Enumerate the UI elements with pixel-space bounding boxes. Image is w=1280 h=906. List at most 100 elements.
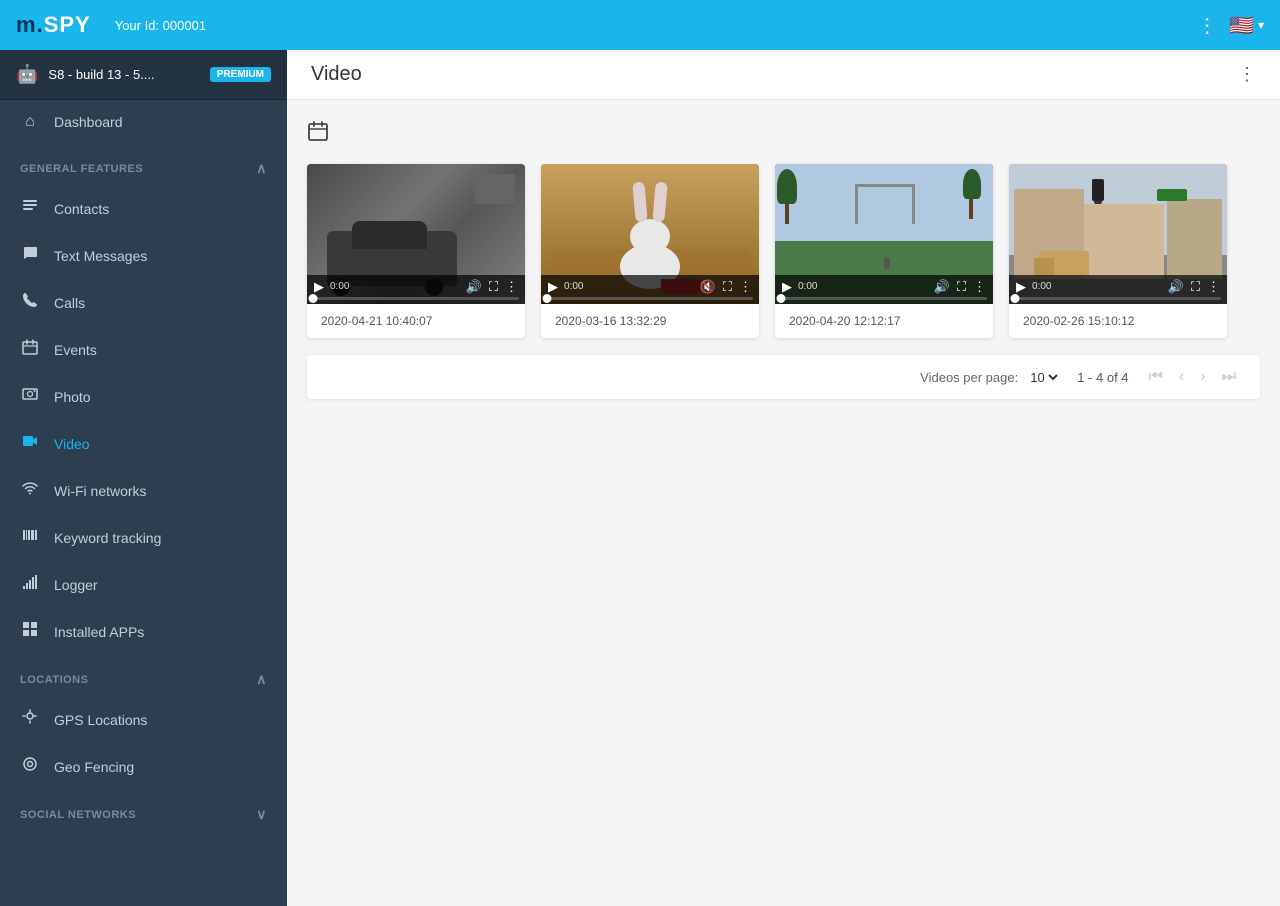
- more-button[interactable]: ⋮: [504, 279, 519, 294]
- sidebar-item-label: Dashboard: [54, 114, 123, 130]
- first-page-button[interactable]: ⏮: [1145, 367, 1167, 387]
- video-card: ▶ 0:00 🔊 ⛶ ⋮: [307, 164, 525, 338]
- video-timestamp: 2020-04-21 10:40:07: [307, 304, 525, 338]
- prev-page-button[interactable]: ‹: [1175, 367, 1188, 387]
- chevron-up-icon[interactable]: ∧: [256, 671, 267, 688]
- video-card: ▶ 0:00 🔊 ⛶ ⋮: [775, 164, 993, 338]
- wifi-icon: [20, 480, 40, 501]
- volume-button[interactable]: 🔊: [1167, 279, 1185, 294]
- pagination-bar: Videos per page: 10 20 50 1 - 4 of 4 ⏮ ‹…: [307, 354, 1260, 399]
- photo-icon: [20, 386, 40, 407]
- sidebar-item-label: Keyword tracking: [54, 530, 161, 546]
- per-page-label: Videos per page:: [920, 370, 1018, 385]
- chevron-up-icon[interactable]: ∧: [256, 160, 267, 177]
- keyword-icon: [20, 527, 40, 548]
- sidebar-item-geofencing[interactable]: Geo Fencing: [0, 743, 287, 790]
- progress-handle[interactable]: [309, 294, 318, 303]
- sidebar-item-events[interactable]: Events: [0, 326, 287, 373]
- device-row[interactable]: 🤖 S8 - build 13 - 5.... PREMIUM: [0, 50, 287, 100]
- events-icon: [20, 339, 40, 360]
- sidebar-item-contacts[interactable]: Contacts: [0, 185, 287, 232]
- video-player[interactable]: ▶ 0:00 🔇 ⛶ ⋮: [541, 164, 759, 304]
- video-controls: ▶ 0:00 🔊 ⛶ ⋮: [307, 275, 525, 304]
- page-title: Video: [311, 63, 362, 86]
- sidebar-item-wifi[interactable]: Wi-Fi networks: [0, 467, 287, 514]
- sidebar-item-label: Video: [54, 436, 90, 452]
- sidebar-item-text-messages[interactable]: Text Messages: [0, 232, 287, 279]
- language-selector[interactable]: 🇺🇸 ▾: [1229, 13, 1264, 38]
- progress-bar[interactable]: [1015, 297, 1221, 300]
- next-page-button[interactable]: ›: [1196, 367, 1209, 387]
- sidebar-item-photo[interactable]: Photo: [0, 373, 287, 420]
- video-player[interactable]: ▶ 0:00 🔊 ⛶ ⋮: [775, 164, 993, 304]
- video-timestamp: 2020-04-20 12:12:17: [775, 304, 993, 338]
- video-timestamp: 2020-03-16 13:32:29: [541, 304, 759, 338]
- volume-button[interactable]: 🔊: [465, 279, 483, 294]
- sidebar-item-logger[interactable]: Logger: [0, 561, 287, 608]
- premium-badge: PREMIUM: [210, 67, 271, 82]
- content-header: Video ⋮: [287, 50, 1280, 100]
- contacts-icon: [20, 198, 40, 219]
- topbar-right: ⋮ 🇺🇸 ▾: [1197, 13, 1264, 38]
- sidebar-item-label: Events: [54, 342, 97, 358]
- sidebar-item-label: Photo: [54, 389, 91, 405]
- progress-bar[interactable]: [781, 297, 987, 300]
- volume-button[interactable]: 🔊: [933, 279, 951, 294]
- video-controls: ▶ 0:00 🔊 ⛶ ⋮: [775, 275, 993, 304]
- sidebar-item-calls[interactable]: Calls: [0, 279, 287, 326]
- video-player[interactable]: ▶ 0:00 🔊 ⛶ ⋮: [307, 164, 525, 304]
- per-page-select[interactable]: 10 20 50: [1026, 369, 1061, 386]
- sidebar-item-label: Installed APPs: [54, 624, 144, 640]
- chevron-down-icon: ▾: [1258, 18, 1264, 32]
- general-features-header: GENERAL FEATURES ∧: [0, 148, 287, 185]
- fullscreen-button[interactable]: ⛶: [488, 279, 499, 294]
- fullscreen-button[interactable]: ⛶: [1190, 279, 1201, 294]
- more-options-icon[interactable]: ⋮: [1238, 64, 1256, 84]
- play-button[interactable]: ▶: [547, 279, 559, 294]
- video-timestamp: 2020-02-26 15:10:12: [1009, 304, 1227, 338]
- progress-handle[interactable]: [1011, 294, 1020, 303]
- sidebar-item-video[interactable]: Video: [0, 420, 287, 467]
- device-name: S8 - build 13 - 5....: [48, 67, 199, 82]
- volume-muted-button[interactable]: 🔇: [699, 279, 717, 294]
- home-icon: ⌂: [20, 113, 40, 131]
- social-networks-header: SOCIAL NETWORKS ∨: [0, 794, 287, 831]
- header-actions: ⋮: [1238, 64, 1256, 85]
- video-grid: ▶ 0:00 🔊 ⛶ ⋮: [307, 164, 1260, 338]
- sidebar-item-dashboard[interactable]: ⌂ Dashboard: [0, 100, 287, 144]
- sidebar-item-label: Logger: [54, 577, 98, 593]
- progress-handle[interactable]: [777, 294, 786, 303]
- apps-icon: [20, 621, 40, 642]
- calendar-filter-button[interactable]: [307, 120, 1260, 148]
- video-player[interactable]: ▶ 0:00 🔊 ⛶ ⋮: [1009, 164, 1227, 304]
- user-id: Your Id: 000001: [115, 18, 206, 33]
- play-button[interactable]: ▶: [1015, 279, 1027, 294]
- fullscreen-button[interactable]: ⛶: [956, 279, 967, 294]
- more-options-icon[interactable]: ⋮: [1197, 13, 1217, 38]
- play-button[interactable]: ▶: [313, 279, 325, 294]
- chevron-down-icon[interactable]: ∨: [256, 806, 267, 823]
- sidebar-item-gps[interactable]: GPS Locations: [0, 696, 287, 743]
- play-button[interactable]: ▶: [781, 279, 793, 294]
- gps-icon: [20, 709, 40, 730]
- sidebar-item-label: Contacts: [54, 201, 109, 217]
- page-info: 1 - 4 of 4: [1077, 370, 1128, 385]
- last-page-button[interactable]: ⏭: [1218, 367, 1240, 387]
- sidebar: 🤖 S8 - build 13 - 5.... PREMIUM ⌂ Dashbo…: [0, 50, 287, 906]
- geofencing-icon: [20, 756, 40, 777]
- messages-icon: [20, 245, 40, 266]
- more-button[interactable]: ⋮: [738, 279, 753, 294]
- time-display: 0:00: [564, 281, 583, 292]
- topbar: m.SPY Your Id: 000001 ⋮ 🇺🇸 ▾: [0, 0, 1280, 50]
- time-display: 0:00: [330, 281, 349, 292]
- sidebar-item-label: GPS Locations: [54, 712, 147, 728]
- sidebar-item-installed-apps[interactable]: Installed APPs: [0, 608, 287, 655]
- progress-bar[interactable]: [547, 297, 753, 300]
- progress-bar[interactable]: [313, 297, 519, 300]
- more-button[interactable]: ⋮: [1206, 279, 1221, 294]
- fullscreen-button[interactable]: ⛶: [722, 279, 733, 294]
- sidebar-item-keyword[interactable]: Keyword tracking: [0, 514, 287, 561]
- logger-icon: [20, 574, 40, 595]
- more-button[interactable]: ⋮: [972, 279, 987, 294]
- progress-handle[interactable]: [543, 294, 552, 303]
